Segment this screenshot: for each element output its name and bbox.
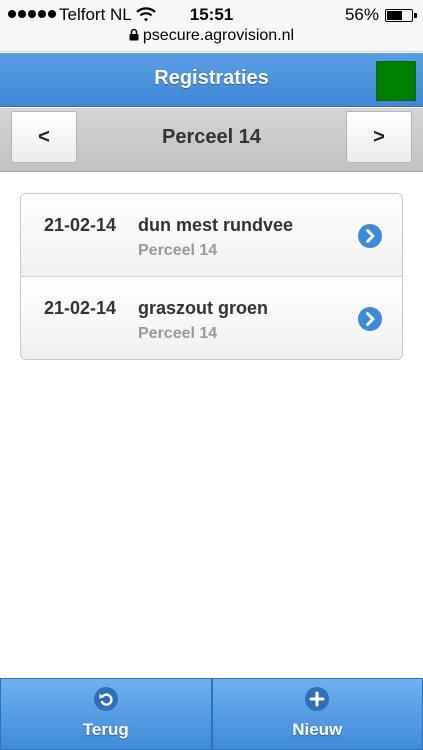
url-bar[interactable]: psecure.agrovision.nl bbox=[0, 27, 423, 45]
new-button[interactable]: Nieuw bbox=[211, 678, 423, 750]
registration-list: 21-02-14 dun mest rundvee Perceel 14 21-… bbox=[20, 193, 403, 360]
item-date: 21-02-14 bbox=[44, 215, 117, 235]
new-button-label: Nieuw bbox=[292, 720, 343, 739]
item-subtitle: Perceel 14 bbox=[138, 242, 218, 259]
parcel-navigation: < Perceel 14 > bbox=[0, 108, 423, 172]
chevron-right-icon[interactable] bbox=[358, 224, 382, 248]
list-item[interactable]: 21-02-14 graszout groen Perceel 14 bbox=[21, 277, 402, 359]
status-bar: Telfort NL 15:51 56% psecure.agrovision.… bbox=[0, 0, 423, 52]
back-button[interactable]: Terug bbox=[0, 678, 212, 750]
item-title: dun mest rundvee bbox=[138, 215, 294, 235]
chevron-right-icon[interactable] bbox=[358, 307, 382, 331]
page-title: Registraties bbox=[154, 67, 269, 89]
battery-percent: 56% bbox=[344, 5, 379, 24]
back-button-label: Terug bbox=[82, 720, 129, 739]
app-header: Registraties bbox=[0, 53, 423, 107]
plus-icon bbox=[305, 687, 330, 711]
list-item[interactable]: 21-02-14 dun mest rundvee Perceel 14 bbox=[21, 194, 402, 277]
undo-icon bbox=[93, 687, 118, 711]
next-parcel-button[interactable]: > bbox=[346, 111, 412, 163]
item-date: 21-02-14 bbox=[44, 298, 117, 318]
item-subtitle: Perceel 14 bbox=[138, 325, 218, 342]
status-indicator bbox=[376, 61, 416, 101]
lock-icon bbox=[129, 28, 139, 41]
battery-icon bbox=[385, 9, 417, 22]
footer-toolbar: Terug Nieuw bbox=[0, 678, 423, 750]
url-text: psecure.agrovision.nl bbox=[142, 27, 295, 44]
item-title: graszout groen bbox=[138, 298, 269, 318]
